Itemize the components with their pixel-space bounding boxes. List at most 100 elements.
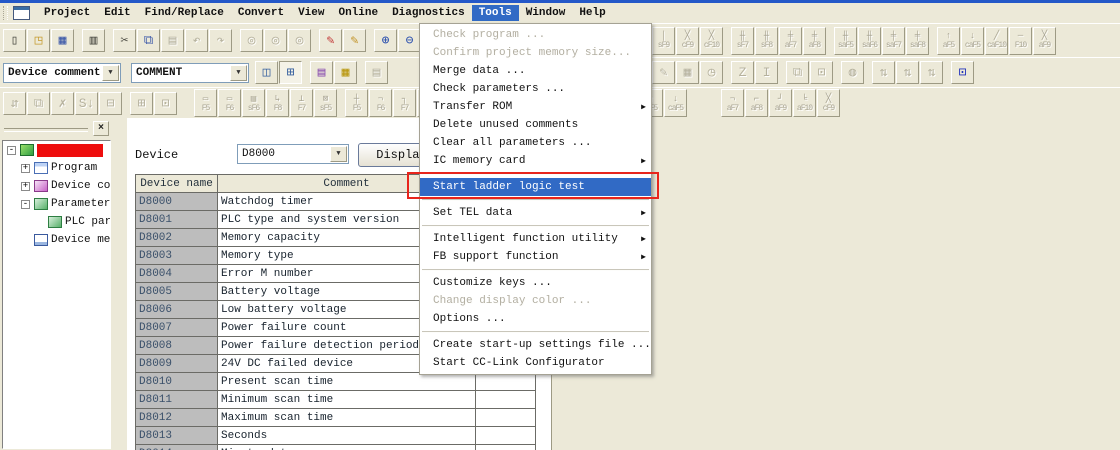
ladder-saF6-button[interactable]: ╫saF6 — [858, 27, 881, 55]
step-interval-button[interactable]: I — [755, 61, 778, 84]
comment-cell[interactable]: Seconds — [218, 427, 476, 445]
panel-drag-handle[interactable] — [4, 128, 88, 132]
menu-item-intelligent-function-utility[interactable]: Intelligent function utility▶ — [420, 230, 651, 248]
comment-name-combobox[interactable]: COMMENT ▼ — [131, 63, 249, 83]
extra-cell[interactable] — [476, 391, 536, 409]
zoom-in-button[interactable]: ⊕ — [374, 29, 397, 52]
all-device-grid-button[interactable]: ⊞ — [130, 92, 153, 115]
comment-display-button[interactable]: ▤ — [310, 61, 333, 84]
menu-item-check-parameters[interactable]: Check parameters ... — [420, 80, 651, 98]
copy-button[interactable]: ⧉ — [137, 29, 160, 52]
menubar-item-edit[interactable]: Edit — [97, 5, 137, 21]
device-name-cell[interactable]: D8005 — [136, 283, 218, 301]
device-name-cell[interactable]: D8011 — [136, 391, 218, 409]
dropdown-arrow-icon[interactable]: ▼ — [102, 65, 119, 81]
menubar-item-diagnostics[interactable]: Diagnostics — [385, 5, 472, 21]
expand-icon[interactable]: + — [21, 182, 30, 191]
macro-list-button[interactable]: ⊟ — [99, 92, 122, 115]
menubar-item-help[interactable]: Help — [572, 5, 612, 21]
collapse-icon[interactable]: - — [21, 200, 30, 209]
ladder-cF9-button[interactable]: ╳cF9 — [817, 89, 840, 117]
device-combobox[interactable]: D8000 ▼ — [237, 144, 349, 164]
ladder-F5-button[interactable]: ┼F5 — [345, 89, 368, 117]
device-name-cell[interactable]: D8012 — [136, 409, 218, 427]
device-name-cell[interactable]: D8006 — [136, 301, 218, 319]
ladder-F8-button[interactable]: ↳F8 — [266, 89, 289, 117]
sort-filter-button[interactable]: ⇅ — [920, 61, 943, 84]
menu-item-start-ladder-logic-test[interactable]: Start ladder logic test — [420, 178, 651, 196]
tree-item-project-root[interactable]: - — [3, 141, 110, 159]
ladder-F7-button[interactable]: ⊥F7 — [290, 89, 313, 117]
device-name-cell[interactable]: D8000 — [136, 193, 218, 211]
menubar-item-online[interactable]: Online — [331, 5, 385, 21]
menubar-item-convert[interactable]: Convert — [231, 5, 291, 21]
menubar-item-find-replace[interactable]: Find/Replace — [138, 5, 231, 21]
device-name-cell[interactable]: D8004 — [136, 265, 218, 283]
error-jump-button[interactable]: ✗ — [51, 92, 74, 115]
open-project-button[interactable]: ◳ — [27, 29, 50, 52]
find-button[interactable]: ◎ — [240, 29, 263, 52]
tree-item-device-comment[interactable]: +Device comment — [3, 177, 110, 195]
comment-cell[interactable]: Maximum scan time — [218, 409, 476, 427]
print-button[interactable]: ▥ — [82, 29, 105, 52]
ladder-sF5-button[interactable]: ⊠sF5 — [314, 89, 337, 117]
device-name-cell[interactable]: D8013 — [136, 427, 218, 445]
ladder-caF10-button[interactable]: ╱caF10 — [985, 27, 1008, 55]
ladder-F7-button[interactable]: ┐F7 — [393, 89, 416, 117]
device-name-cell[interactable]: D8014 — [136, 445, 218, 450]
ladder-caF5-button[interactable]: ↓caF5 — [664, 89, 687, 117]
comment-cell[interactable]: Minute data — [218, 445, 476, 450]
ladder-view-button[interactable]: ⇵ — [3, 92, 26, 115]
ladder-caF5-button[interactable]: ↓caF5 — [961, 27, 984, 55]
find-device-button[interactable]: ◎ — [264, 29, 287, 52]
extra-cell[interactable] — [476, 373, 536, 391]
data-check-button[interactable]: ▤ — [365, 61, 388, 84]
sort-descending-button[interactable]: ⇅ — [896, 61, 919, 84]
ladder-cF10-button[interactable]: ╳cF10 — [700, 27, 723, 55]
comment-cell[interactable]: Minimum scan time — [218, 391, 476, 409]
menu-item-ic-memory-card[interactable]: IC memory card▶ — [420, 152, 651, 170]
menu-item-create-start-up-settings-file[interactable]: Create start-up settings file ... — [420, 336, 651, 354]
menu-item-clear-all-parameters[interactable]: Clear all parameters ... — [420, 134, 651, 152]
project-data-list-button[interactable]: ⊞ — [279, 61, 302, 84]
ladder-aF7-button[interactable]: ¬aF7 — [721, 89, 744, 117]
insert-mode-button[interactable]: ✎ — [343, 29, 366, 52]
device-name-cell[interactable]: D8001 — [136, 211, 218, 229]
paste-button[interactable]: ▤ — [161, 29, 184, 52]
ladder-sF6-button[interactable]: ▤sF6 — [242, 89, 265, 117]
ladder-saF8-button[interactable]: ╪saF8 — [906, 27, 929, 55]
dropdown-arrow-icon[interactable]: ▼ — [330, 146, 347, 162]
tree-item-parameter[interactable]: -Parameter — [3, 195, 110, 213]
sort-ascending-button[interactable]: ⇅ — [872, 61, 895, 84]
cut-button[interactable]: ✂ — [113, 29, 136, 52]
ladder-aF5-button[interactable]: ↑aF5 — [937, 27, 960, 55]
expand-icon[interactable]: + — [21, 164, 30, 173]
menubar-item-window[interactable]: Window — [519, 5, 573, 21]
ladder-sF8-button[interactable]: ╫sF8 — [755, 27, 778, 55]
menu-item-transfer-rom[interactable]: Transfer ROM▶ — [420, 98, 651, 116]
device-name-cell[interactable]: D8008 — [136, 337, 218, 355]
device-name-cell[interactable]: D8003 — [136, 247, 218, 265]
device-name-cell[interactable]: D8010 — [136, 373, 218, 391]
edit-comment-button[interactable]: ✎ — [652, 61, 675, 84]
menu-item-fb-support-function[interactable]: FB support function▶ — [420, 248, 651, 266]
ladder-aF9-button[interactable]: ┘aF9 — [769, 89, 792, 117]
ladder-aF8-button[interactable]: ╪aF8 — [803, 27, 826, 55]
menubar-item-tools[interactable]: Tools — [472, 5, 519, 21]
memory-grid-button[interactable]: ▦ — [676, 61, 699, 84]
menubar-grip[interactable] — [3, 6, 8, 20]
undo-button[interactable]: ↶ — [185, 29, 208, 52]
ladder-sF9-button[interactable]: │sF9 — [652, 27, 675, 55]
ladder-aF10-button[interactable]: ╘aF10 — [793, 89, 816, 117]
remote-operation-button[interactable]: ◍ — [841, 61, 864, 84]
tree-expand-button[interactable]: ⊡ — [154, 92, 177, 115]
ladder-F10-button[interactable]: ─F10 — [1009, 27, 1032, 55]
menu-item-set-tel-data[interactable]: Set TEL data▶ — [420, 204, 651, 222]
ladder-saF7-button[interactable]: ╪saF7 — [882, 27, 905, 55]
ladder-F6-button[interactable]: ¬F6 — [369, 89, 392, 117]
write-mode-button[interactable]: ✎ — [319, 29, 342, 52]
device-name-cell[interactable]: D8007 — [136, 319, 218, 337]
redo-button[interactable]: ↷ — [209, 29, 232, 52]
tree-item-device-memory[interactable]: Device memory — [3, 231, 110, 249]
menubar-item-view[interactable]: View — [291, 5, 331, 21]
